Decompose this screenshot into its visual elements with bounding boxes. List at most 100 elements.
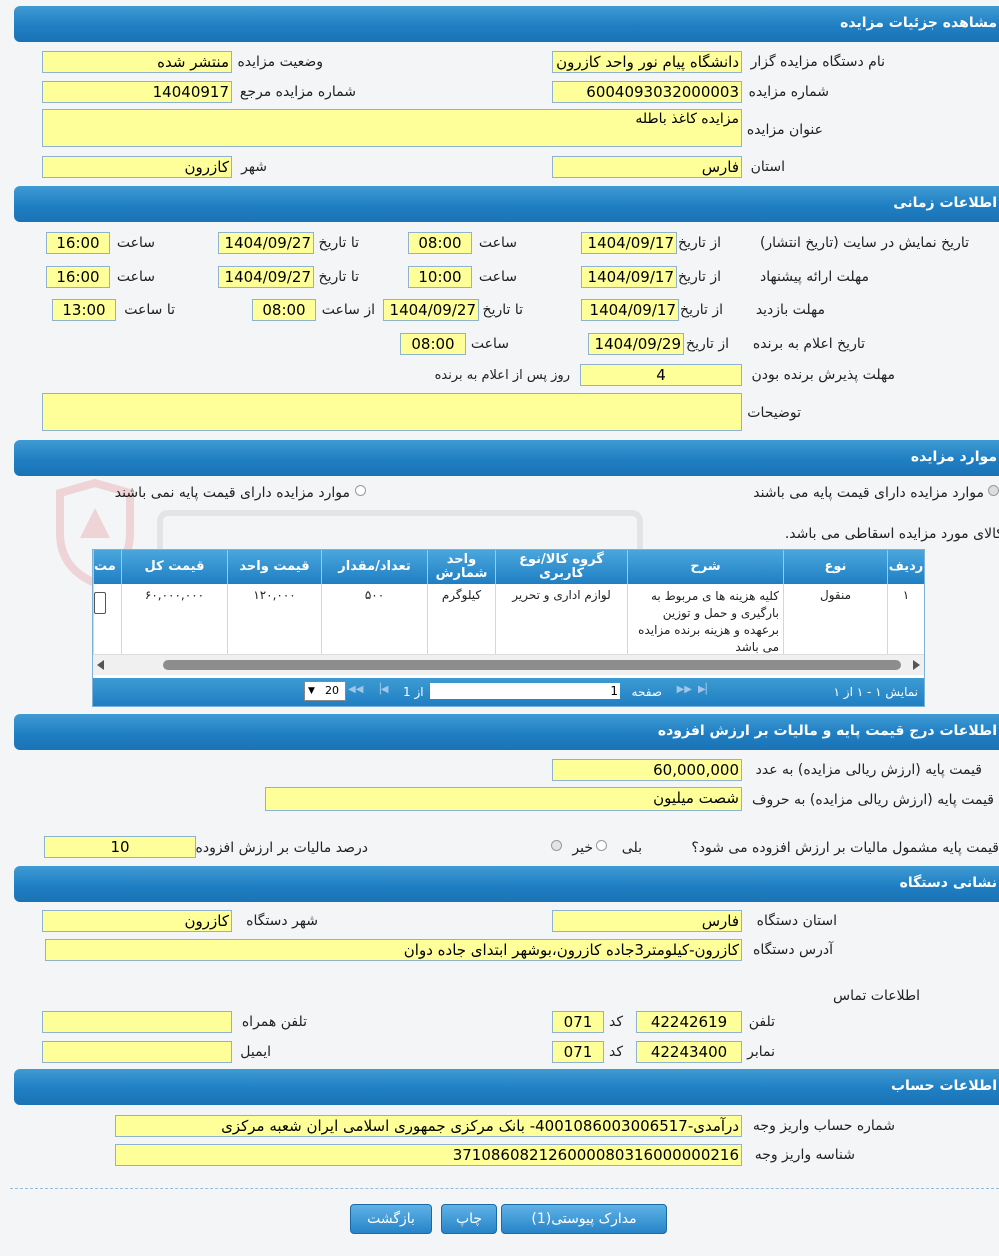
status-field: منتشر شده [42, 51, 232, 73]
visit-from-date-label: از تاریخ [680, 302, 723, 318]
visit-to-time-label: تا ساعت [124, 302, 175, 318]
cell-unit: کیلوگرم [427, 584, 495, 654]
first-page-icon[interactable]: ▶▏ [698, 684, 716, 695]
vat-yes-label: بلی [621, 840, 642, 856]
back-button[interactable]: بازگشت [350, 1204, 432, 1234]
col-type-header[interactable]: نوع [783, 550, 887, 584]
col-desc-header[interactable]: شرح [627, 550, 783, 584]
offer-to-time-label: ساعت [116, 269, 155, 285]
col-group-header[interactable]: گروه کالا/نوع کاربری [495, 550, 627, 584]
fax-code-label: کد [608, 1044, 623, 1060]
last-page-icon[interactable]: ▕◀ [373, 684, 388, 695]
accept-days-suffix: روز پس از اعلام به برنده [434, 368, 570, 383]
announce-from-date-label: از تاریخ [686, 336, 729, 352]
offer-from-time-field: 10:00 [408, 266, 472, 288]
payment-id-field: 371086082126000080316000000216 [115, 1144, 742, 1166]
accept-deadline-label: مهلت پذیرش برنده بودن [751, 367, 896, 383]
offer-to-date-field: 1404/09/27 [218, 266, 314, 288]
notes-field [42, 393, 742, 431]
vat-question-label: قیمت پایه مشمول مالیات بر ارزش افزوده می… [691, 840, 999, 856]
has-base-price-radio[interactable] [988, 485, 999, 496]
col-row-header[interactable]: ردیف [887, 550, 924, 584]
page-label: صفحه [631, 685, 662, 699]
mobile-field [42, 1011, 232, 1033]
print-button[interactable]: چاپ [441, 1204, 497, 1234]
display-from-time-label: ساعت [478, 235, 517, 251]
items-section-title: موارد مزایده [910, 449, 997, 465]
next-page-icon[interactable]: ◀◀ [348, 684, 363, 695]
accept-days-field: 4 [580, 364, 742, 386]
col-extra-header[interactable]: مت [93, 550, 121, 584]
visit-deadline-label: مهلت بازدید [755, 302, 825, 318]
announce-time-field: 08:00 [400, 333, 466, 355]
scroll-left-icon[interactable] [97, 660, 104, 670]
visit-to-time-field: 13:00 [52, 299, 116, 321]
display-to-time-field: 16:00 [46, 232, 110, 254]
display-from-date-label: از تاریخ [678, 235, 721, 251]
visit-from-time-label: از ساعت [321, 302, 375, 318]
timing-section-header: اطلاعات زمانی [14, 186, 999, 222]
title-field: مزایده کاغذ باطله [42, 109, 742, 147]
has-base-price-label: موارد مزایده دارای قیمت پایه می باشند [753, 485, 984, 501]
col-unit-header[interactable]: واحد شمارش [427, 550, 495, 584]
cell-row: ۱ [887, 584, 924, 654]
display-to-time-label: ساعت [116, 235, 155, 251]
page-size-value: 20 [325, 684, 339, 697]
account-number-label: شماره حساب واریز وجه [752, 1118, 895, 1134]
page-input[interactable]: 1 [430, 683, 620, 699]
scroll-right-icon[interactable] [913, 660, 920, 670]
col-qty-header[interactable]: تعداد/مقدار [321, 550, 427, 584]
org-label: نام دستگاه مزایده گزار [750, 54, 885, 70]
display-date-label: تاریخ نمایش در سایت (تاریخ انتشار) [759, 235, 969, 251]
cell-total: ۶۰,۰۰۰,۰۰۰ [121, 584, 227, 654]
offer-from-date-label: از تاریخ [678, 269, 721, 285]
row-action-button[interactable] [94, 592, 106, 614]
title-label: عنوان مزایده [746, 122, 823, 138]
pager-summary: نمایش ۱ - ۱ از ۱ [833, 685, 918, 699]
vat-no-radio[interactable] [551, 840, 562, 851]
mobile-label: تلفن همراه [241, 1014, 307, 1030]
org-city-field: کازرون [42, 910, 232, 932]
fax-field: 42243400 [636, 1041, 742, 1063]
col-unit-price-header[interactable]: قیمت واحد [227, 550, 321, 584]
grid-scrollbar[interactable] [93, 654, 924, 675]
org-province-field: فارس [552, 910, 742, 932]
contact-info-label: اطلاعات تماس [833, 988, 920, 1004]
scroll-thumb[interactable] [163, 660, 901, 670]
city-label: شهر [241, 159, 267, 175]
price-section-title: اطلاعات درج قیمت پایه و مالیات بر ارزش ا… [657, 723, 997, 739]
display-from-date-field: 1404/09/17 [581, 232, 677, 254]
prev-page-icon[interactable]: ▶▶ [677, 684, 692, 695]
announce-date-field: 1404/09/29 [588, 333, 684, 355]
offer-from-time-label: ساعت [478, 269, 517, 285]
base-price-words-field: شصت میلیون [265, 787, 742, 811]
province-label: استان [750, 159, 785, 175]
org-address-field: کازرون-کیلومتر3جاده کازرون،بوشهر ابتدای … [45, 939, 742, 961]
fax-label: نمابر [747, 1044, 775, 1060]
page-of-label: از 1 [403, 685, 424, 699]
base-price-number-label: قیمت پایه (ارزش ریالی مزایده) به عدد [755, 762, 982, 778]
address-section-header: نشانی دستگاه [14, 866, 999, 902]
org-field: دانشگاه پیام نور واحد کازرون [552, 51, 742, 73]
org-address-label: آدرس دستگاه [753, 942, 833, 958]
phone-code-field: 071 [552, 1011, 604, 1033]
cell-desc: کلیه هزینه ها ی مربوط به بارگیری و حمل و… [627, 584, 783, 654]
attachments-button[interactable]: مدارک پیوستی(1) [501, 1204, 667, 1234]
vat-percent-field: 10 [44, 836, 196, 858]
vat-yes-radio[interactable] [596, 840, 607, 851]
no-base-price-radio[interactable] [355, 485, 366, 496]
col-total-header[interactable]: قیمت کل [121, 550, 227, 584]
items-section-header: موارد مزایده [14, 440, 999, 476]
status-label: وضعیت مزایده [237, 54, 323, 70]
visit-from-time-field: 08:00 [252, 299, 316, 321]
cell-unit-price: ۱۲۰,۰۰۰ [227, 584, 321, 654]
account-section-header: اطلاعات حساب [14, 1069, 999, 1105]
cell-qty: ۵۰۰ [321, 584, 427, 654]
divider [10, 1188, 999, 1189]
vat-percent-label: درصد مالیات بر ارزش افزوده [195, 840, 369, 856]
chevron-down-icon: ▼ [308, 686, 315, 696]
cell-type: منقول [783, 584, 887, 654]
page-size-select[interactable]: ▼ 20 [304, 681, 346, 701]
phone-label: تلفن [748, 1014, 775, 1030]
ref-number-label: شماره مزایده مرجع [239, 84, 356, 100]
